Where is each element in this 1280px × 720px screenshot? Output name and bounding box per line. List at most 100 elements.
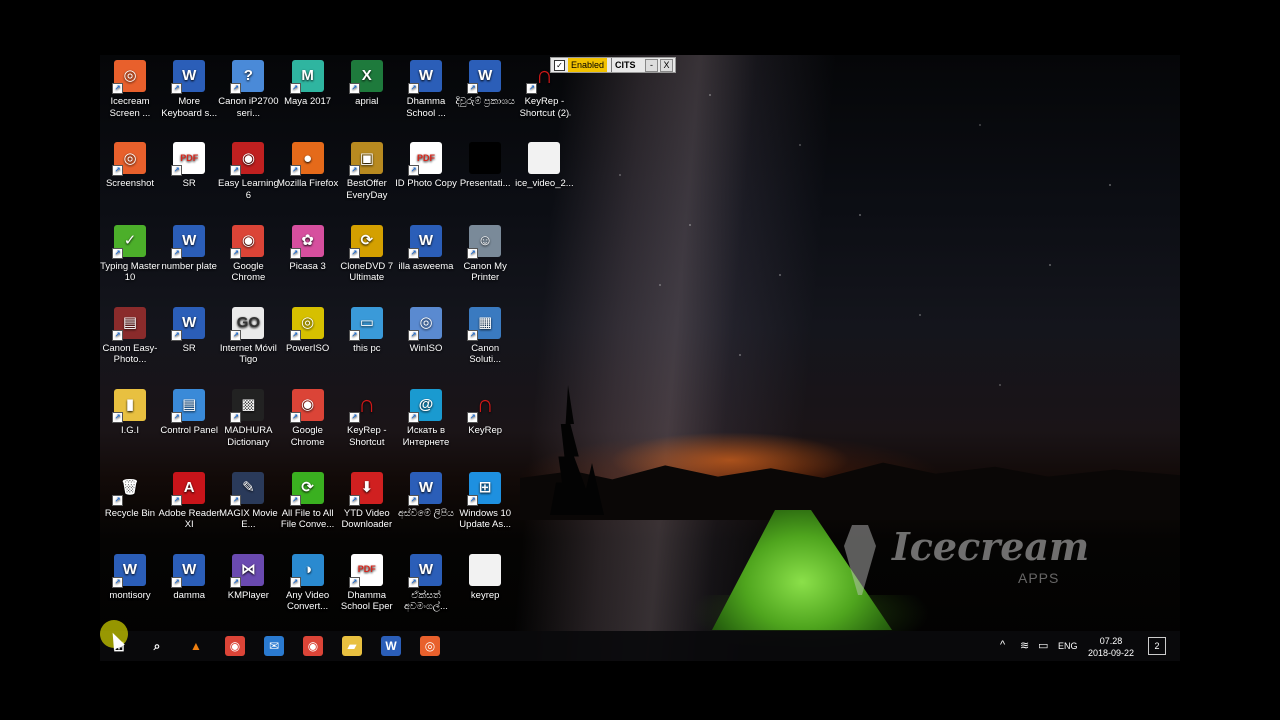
desktop-icon-label: SR <box>182 342 196 354</box>
desktop-icon[interactable]: ◎ ↗ PowerISO <box>277 306 339 355</box>
desktop-icon-label: Icecream Screen ... <box>109 96 151 119</box>
search-icon: ⌕ <box>153 638 161 653</box>
taskbar-app-chrome[interactable]: ◉ <box>216 631 254 661</box>
desktop-icon-image: PDF ↗ <box>171 142 206 177</box>
desktop-icon-label: Canon iP2700 seri... <box>218 96 279 119</box>
desktop-icon[interactable]: W ↗ illa asweema <box>395 224 457 273</box>
desktop-icon-image: W ↗ <box>408 224 442 259</box>
desktop-icon[interactable]: ? ↗ Canon iP2700 seri... <box>217 60 279 119</box>
close-button[interactable]: X <box>660 58 673 72</box>
taskbar-app-word[interactable]: W <box>372 631 410 661</box>
desktop-icon[interactable]: ◎ ↗ Screenshot <box>99 142 161 190</box>
desktop-icon[interactable]: ☺ ↗ Canon My Printer <box>454 224 516 284</box>
desktop-icon[interactable]: PDF ↗ SR <box>158 142 220 190</box>
desktop-icon-label: number plate <box>161 260 217 272</box>
tray-chevron-icon[interactable]: ^ <box>1000 639 1005 651</box>
desktop-icon[interactable]: ● ↗ Mozilla Firefox <box>277 142 339 190</box>
desktop-icon[interactable]: A ↗ Adobe Reader XI <box>158 471 220 531</box>
desktop-icon[interactable]: ◎ ↗ WinISO <box>395 306 457 355</box>
desktop-icon[interactable]: W ↗ Dhamma School ... <box>395 60 457 119</box>
desktop-icon[interactable]: W ↗ දිවුරුම් ප්‍රකාශය <box>454 60 516 108</box>
desktop-icon[interactable]: ∩ ↗ KeyRep <box>454 389 516 437</box>
desktop-icon-label: දිවුරුම් ප්‍රකාශය <box>455 96 515 107</box>
network-icon[interactable]: ≋ <box>1020 639 1029 652</box>
desktop-icon-image: ⋈ ↗ <box>230 553 265 588</box>
enabled-checkbox[interactable]: ✓ <box>554 59 565 71</box>
desktop-icon[interactable]: W ↗ අස්විමේ ලිපිය <box>395 471 457 520</box>
desktop-icon[interactable]: ◉ ↗ Google Chrome <box>217 224 279 284</box>
desktop-icon-image: ◉ ↗ <box>289 389 324 424</box>
desktop-icon[interactable]: ◑ ↗ Any Video Convert... <box>277 553 339 613</box>
minimize-button[interactable]: - <box>645 58 658 72</box>
shortcut-arrow-icon: ↗ <box>467 329 479 341</box>
desktop-icon-label: Typing Master 10 <box>100 260 160 284</box>
desktop-icon[interactable]: ◉ ↗ Google Chrome <box>277 389 339 448</box>
keyrep-toolbar[interactable]: ✓ Enabled CITS - X <box>550 57 676 73</box>
taskbar-app-mail[interactable]: ✉ <box>255 631 293 661</box>
shortcut-arrow-icon: ↗ <box>171 83 183 94</box>
desktop-icon[interactable]: ◉ ↗ Easy Learning 6 <box>217 142 279 201</box>
desktop-icon[interactable]: W ↗ number plate <box>158 224 220 273</box>
desktop-icon-image: W ↗ <box>171 306 206 341</box>
desktop-icon[interactable]: ⟳ ↗ All File to All File Conve... <box>277 471 339 531</box>
desktop-icon[interactable]: X ↗ aprial <box>336 60 398 108</box>
taskbar-app-search[interactable]: ⌕ <box>138 631 176 661</box>
shortcut-arrow-icon: ↗ <box>408 247 419 259</box>
desktop-icon[interactable]: M ↗ Maya 2017 <box>277 60 339 108</box>
desktop-icon-label: ice_video_2... <box>515 178 574 190</box>
shortcut-arrow-icon: ↗ <box>230 412 242 424</box>
clock-date: 2018-09-22 <box>1087 648 1135 658</box>
desktop-icon[interactable]: ▤ ↗ Canon Easy-Photo... <box>99 306 161 366</box>
taskbar-app-icecream[interactable]: ◎ <box>411 631 449 661</box>
taskbar-app-file-explorer[interactable]: ▰ <box>333 631 371 661</box>
shortcut-arrow-icon: ↗ <box>467 83 479 94</box>
desktop-icon[interactable]: ◎ ↗ Icecream Screen ... <box>99 60 161 119</box>
desktop-icon[interactable]: ▭ ↗ this pc <box>336 306 398 355</box>
desktop-icon[interactable]: GO ↗ Internet Móvil Tigo <box>217 306 279 366</box>
desktop-icon[interactable]: W ↗ damma <box>158 553 220 602</box>
desktop-icon[interactable]: PDF ↗ ID Photo Copy <box>395 142 457 190</box>
desktop-icon[interactable]: ∩ ↗ KeyRep - Shortcut <box>336 389 398 448</box>
desktop-icon[interactable]: ⟳ ↗ CloneDVD 7 Ultimate <box>336 224 398 284</box>
language-indicator[interactable]: ENG <box>1058 641 1078 651</box>
desktop-icon[interactable]: ⊞ ↗ Windows 10 Update As... <box>454 471 516 531</box>
taskbar-app-vlc[interactable]: ▲ <box>177 631 215 661</box>
shortcut-arrow-icon: ↗ <box>408 412 419 424</box>
desktop-icon-image: W ↗ <box>171 224 206 259</box>
desktop-icon[interactable]: ▤ ↗ Control Panel <box>158 389 220 437</box>
desktop-icon-image: ▤ ↗ <box>171 389 206 424</box>
desktop-icon[interactable]: W ↗ ඒක්සත් අවම‍ංගල්... <box>395 553 457 613</box>
desktop-icon-image <box>469 142 502 175</box>
desktop-icon[interactable]: @ ↗ Искать в Интернете <box>395 389 457 448</box>
desktop-icon[interactable]: 🗑 ↗ Recycle Bin <box>99 472 161 520</box>
shortcut-arrow-icon: ↗ <box>171 247 183 259</box>
desktop-icon-image: 🗑 ↗ <box>112 472 146 506</box>
desktop-icon[interactable]: ✓ ↗ Typing Master 10 <box>99 224 161 284</box>
desktop-icon-image: ◑ ↗ <box>289 553 324 588</box>
taskbar-app-chrome2[interactable]: ◉ <box>294 631 332 661</box>
desktop-icon-label: CloneDVD 7 Ultimate <box>340 260 394 284</box>
desktop-icon-label: Dhamma School Eper <box>340 589 393 613</box>
desktop-icon[interactable]: ice_video_2... <box>513 142 575 190</box>
desktop-icon[interactable]: ▮ ↗ I.G.I <box>99 389 161 437</box>
desktop-icon[interactable]: ⬇ ↗ YTD Video Downloader <box>336 471 398 531</box>
desktop-icon[interactable]: ✿ ↗ Picasa 3 <box>277 224 339 273</box>
desktop-icon-image: @ ↗ <box>408 389 442 424</box>
battery-icon[interactable]: ▭ <box>1038 639 1048 652</box>
desktop-icon[interactable]: ▦ ↗ Canon Soluti... <box>454 306 516 366</box>
desktop-icon[interactable]: PDF ↗ Dhamma School Eper <box>336 553 398 613</box>
desktop-icon[interactable]: W ↗ SR <box>158 306 220 355</box>
desktop-icon[interactable]: ✎ ↗ MAGIX Movie E... <box>217 471 279 531</box>
desktop-icon[interactable]: Presentati... <box>454 142 516 190</box>
desktop-icon[interactable]: keyrep <box>454 553 516 602</box>
notification-icon[interactable]: 2 <box>1148 637 1166 655</box>
shortcut-arrow-icon: ↗ <box>230 247 242 259</box>
word-icon: W <box>381 636 401 656</box>
desktop-icon[interactable]: W ↗ montisory <box>99 553 161 602</box>
clock[interactable]: 07.28 2018-09-22 <box>1081 635 1141 659</box>
shortcut-arrow-icon: ↗ <box>171 329 183 341</box>
desktop-icon[interactable]: ▣ ↗ BestOffer EveryDay <box>336 142 398 201</box>
desktop-icon[interactable]: ⋈ ↗ KMPlayer <box>217 553 279 602</box>
desktop-icon[interactable]: ▩ ↗ MADHURA Dictionary <box>217 389 279 448</box>
desktop-icon[interactable]: W ↗ More Keyboard s... <box>158 60 220 119</box>
